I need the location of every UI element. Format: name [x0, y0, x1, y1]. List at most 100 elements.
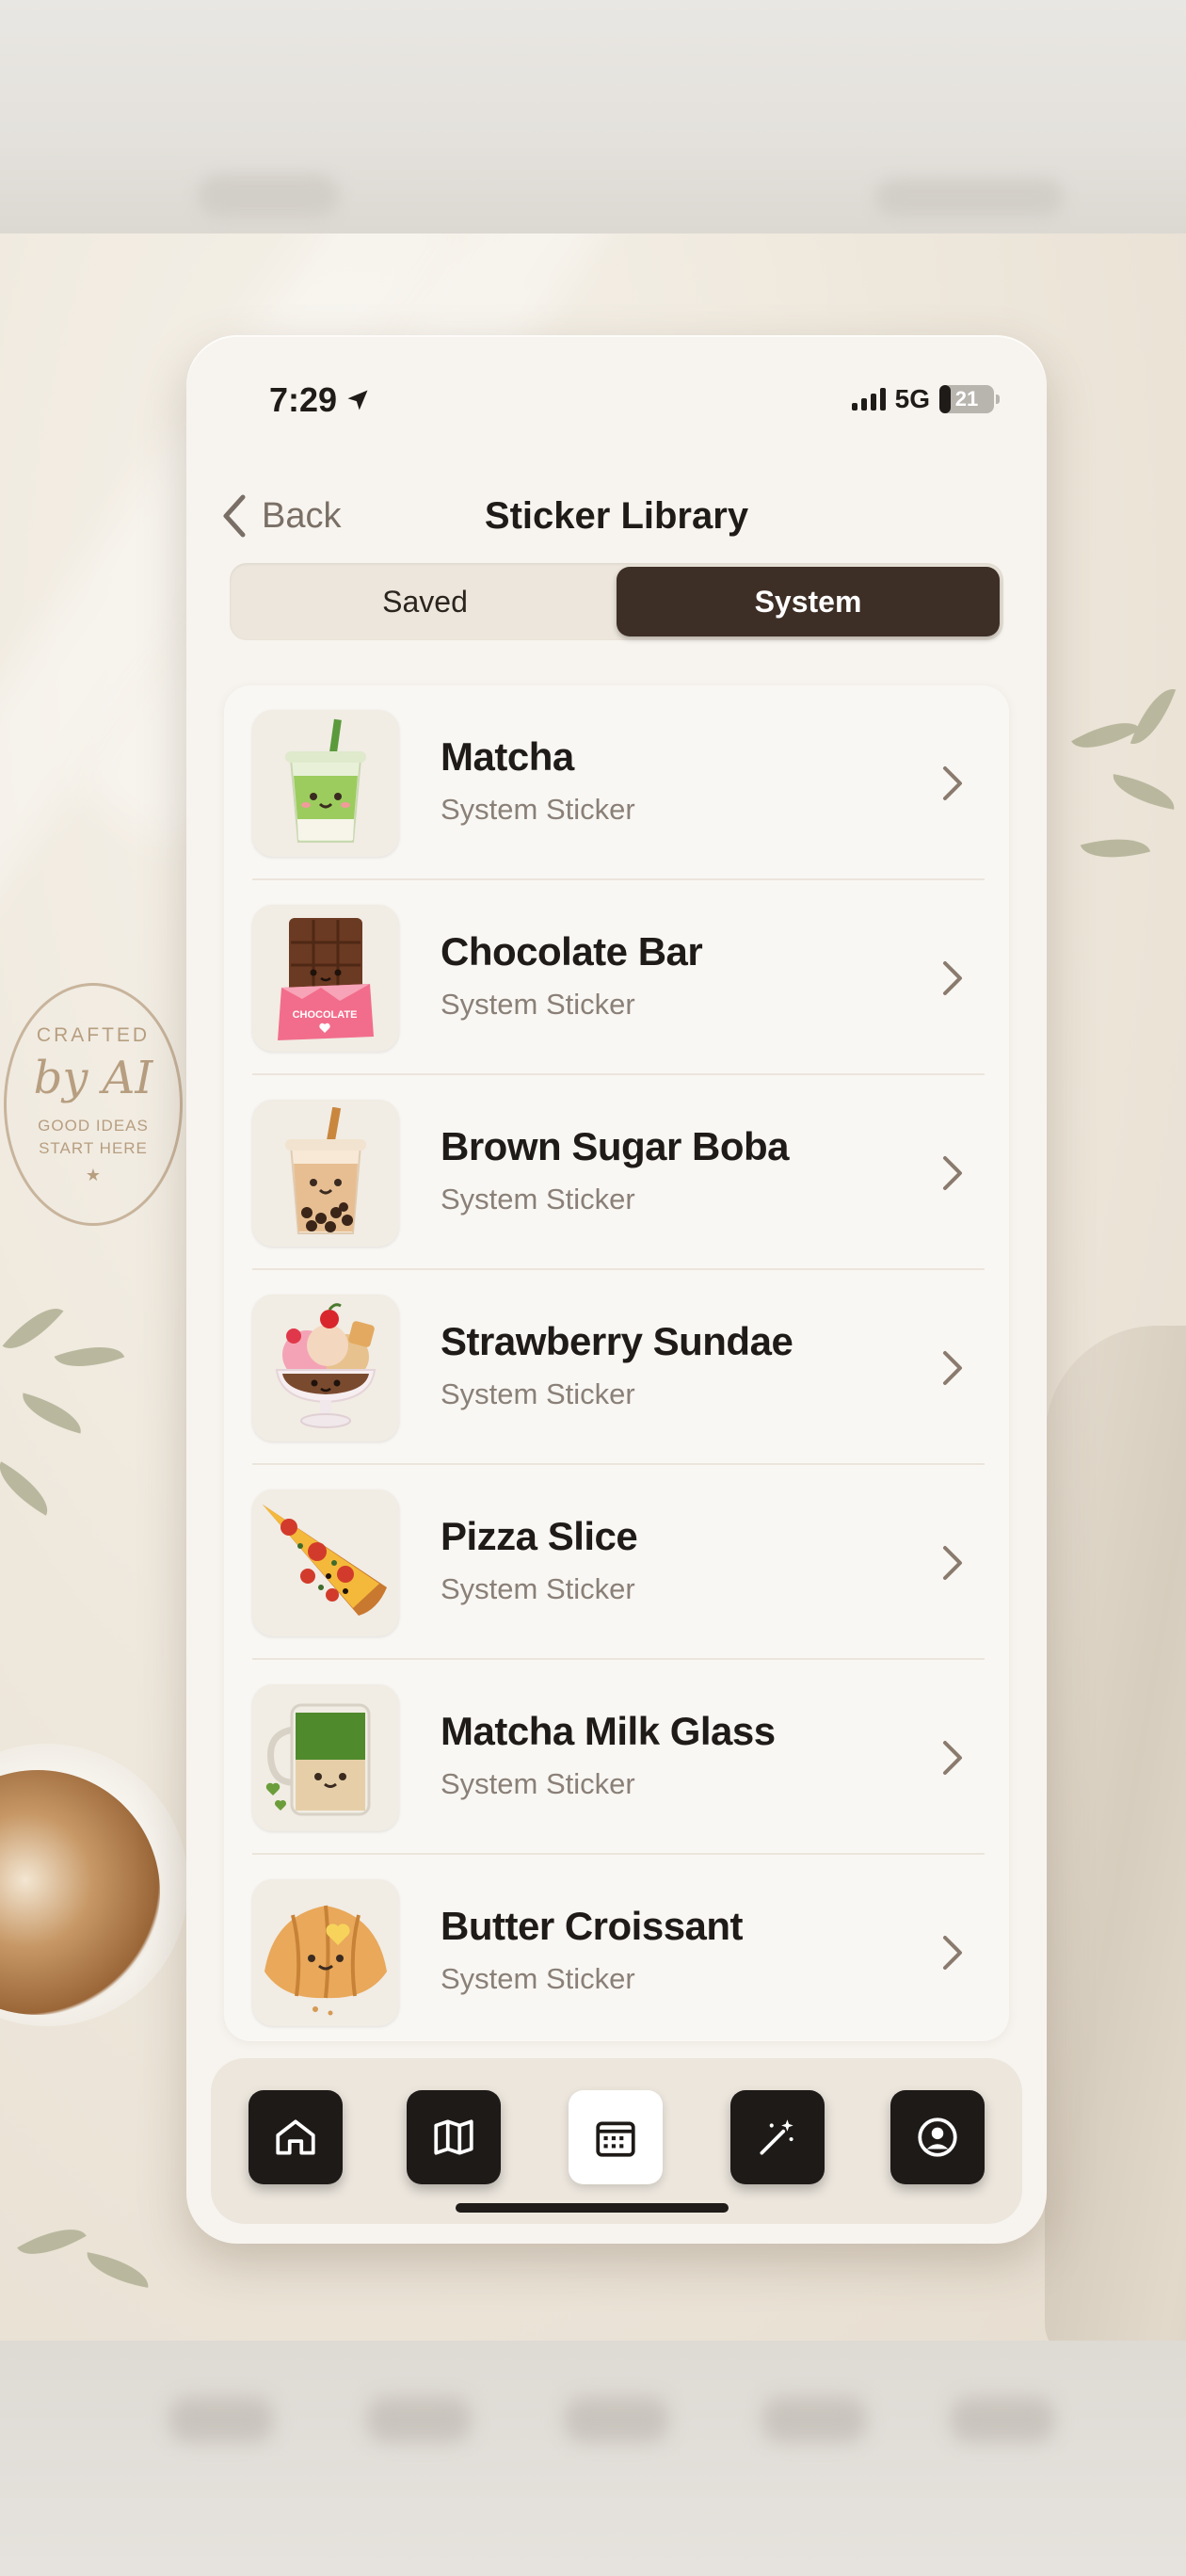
tab-home[interactable]	[248, 2090, 343, 2184]
stamp-line: CRAFTED	[36, 1023, 151, 1046]
leaf-decoration	[17, 2214, 87, 2269]
sticker-name: Pizza Slice	[441, 1514, 638, 1558]
status-bar: 7:29 5G 21	[186, 335, 1047, 467]
sticker-thumbnail	[252, 1879, 399, 2026]
list-item[interactable]: Butter Croissant System Sticker	[224, 1855, 1009, 2041]
list-item[interactable]: Brown Sugar Boba System Sticker	[224, 1075, 1009, 1270]
boba-tea-icon	[285, 1107, 366, 1234]
network-type: 5G	[894, 384, 930, 413]
sticker-thumbnail: CHOCOLATE	[252, 905, 399, 1052]
sticker-type: System Sticker	[441, 1377, 635, 1410]
home-icon	[276, 2119, 315, 2155]
star-icon: ★	[85, 1165, 102, 1184]
croissant-icon	[264, 1905, 387, 2016]
list-item[interactable]: CHOCOLATE Chocolate Bar System Sticker	[224, 880, 1009, 1075]
sticker-name: Strawberry Sundae	[441, 1319, 793, 1363]
leaf-decoration	[0, 1461, 58, 1516]
leaf-decoration	[1080, 828, 1151, 869]
stamp-line: by AI	[33, 1051, 153, 1104]
blurred-shape	[875, 179, 1064, 217]
sticker-thumbnail	[252, 710, 399, 857]
tab-magic[interactable]	[730, 2090, 825, 2184]
nav-bar: Back Sticker Library	[186, 467, 1047, 561]
blurred-shape	[762, 2397, 866, 2442]
chevron-right-icon	[943, 1936, 962, 1970]
pizza-slice-icon	[263, 1505, 387, 1616]
tab-map[interactable]	[407, 2090, 501, 2184]
sticker-thumbnail	[252, 1489, 399, 1636]
sticker-name: Brown Sugar Boba	[441, 1124, 790, 1168]
sticker-thumbnail	[252, 1684, 399, 1831]
blurred-bottom-band	[0, 2341, 1186, 2576]
sticker-thumbnail	[252, 1295, 399, 1441]
sticker-type: System Sticker	[441, 1183, 635, 1216]
sticker-name: Chocolate Bar	[441, 929, 703, 974]
leaf-decoration	[1071, 708, 1141, 763]
tab-profile[interactable]	[890, 2090, 985, 2184]
blurred-shape	[169, 2397, 273, 2442]
linen-cloth	[1045, 1326, 1186, 2341]
leaf-decoration	[1130, 681, 1177, 752]
battery-fill	[939, 385, 952, 413]
sticker-type: System Sticker	[441, 988, 635, 1021]
phone-screen: 7:29 5G 21 Back Sticker Library Saved Sy…	[186, 335, 1047, 2244]
leaf-decoration	[54, 1333, 125, 1380]
tab-system[interactable]: System	[617, 567, 1000, 636]
list-item[interactable]: Matcha Milk Glass System Sticker	[224, 1660, 1009, 1855]
battery-percent: 21	[954, 387, 979, 411]
stamp-line: START HERE	[39, 1138, 148, 1157]
leaf-decoration	[1109, 774, 1178, 810]
sundae-icon	[275, 1303, 377, 1428]
home-indicator	[456, 2203, 729, 2213]
battery-nub	[996, 394, 1000, 404]
calendar-icon	[596, 2121, 635, 2157]
tab-saved[interactable]: Saved	[233, 567, 617, 636]
chocolate-bar-icon: CHOCOLATE	[278, 918, 374, 1040]
sticker-name: Matcha	[441, 734, 574, 779]
blurred-top-band	[0, 0, 1186, 233]
time-text: 7:29	[269, 380, 338, 419]
bottom-tab-bar	[211, 2058, 1022, 2224]
leaf-decoration	[2, 1295, 64, 1362]
location-arrow-icon	[347, 390, 368, 411]
chevron-right-icon	[943, 1741, 962, 1775]
list-item[interactable]: Pizza Slice System Sticker	[224, 1465, 1009, 1660]
chevron-right-icon	[943, 1546, 962, 1580]
leaf-decoration	[83, 2252, 152, 2288]
chevron-right-icon	[943, 961, 962, 995]
matcha-drink-icon	[285, 718, 366, 843]
sticker-type: System Sticker	[441, 1962, 635, 1995]
wrapper-text: CHOCOLATE	[293, 1009, 358, 1021]
chevron-right-icon	[943, 1351, 962, 1385]
blurred-shape	[565, 2397, 668, 2442]
cellular-signal-icon	[851, 388, 886, 411]
stamp-line: GOOD IDEAS START HERE	[38, 1115, 149, 1160]
status-indicators: 5G 21	[851, 384, 1000, 414]
sticker-name: Matcha Milk Glass	[441, 1709, 776, 1753]
sticker-type: System Sticker	[441, 793, 635, 826]
stamp-line: GOOD IDEAS	[38, 1116, 149, 1135]
sticker-list: Matcha System Sticker CHOCOLATE Chocolat…	[224, 685, 1009, 2041]
leaf-decoration	[16, 1393, 88, 1434]
blurred-shape	[951, 2397, 1054, 2442]
sticker-name: Butter Croissant	[441, 1904, 744, 1948]
blurred-shape	[198, 174, 339, 217]
segmented-control: Saved System	[230, 563, 1003, 640]
crafted-by-ai-stamp: CRAFTED by AI GOOD IDEAS START HERE ★	[4, 983, 183, 1226]
map-icon	[434, 2119, 473, 2155]
magic-wand-icon	[760, 2119, 793, 2155]
list-item[interactable]: Strawberry Sundae System Sticker	[224, 1270, 1009, 1465]
sticker-type: System Sticker	[441, 1572, 635, 1605]
profile-icon	[918, 2117, 957, 2157]
list-item[interactable]: Matcha System Sticker	[224, 685, 1009, 880]
sticker-type: System Sticker	[441, 1767, 635, 1800]
page-title: Sticker Library	[484, 495, 749, 537]
tab-calendar[interactable]	[569, 2090, 663, 2184]
chevron-right-icon	[943, 1156, 962, 1190]
blurred-shape	[367, 2397, 471, 2442]
battery-icon: 21	[939, 385, 1000, 413]
chevron-right-icon	[943, 766, 962, 800]
matcha-milk-glass-icon	[265, 1703, 371, 1816]
sticker-thumbnail	[252, 1100, 399, 1247]
status-time: 7:29	[269, 380, 371, 420]
